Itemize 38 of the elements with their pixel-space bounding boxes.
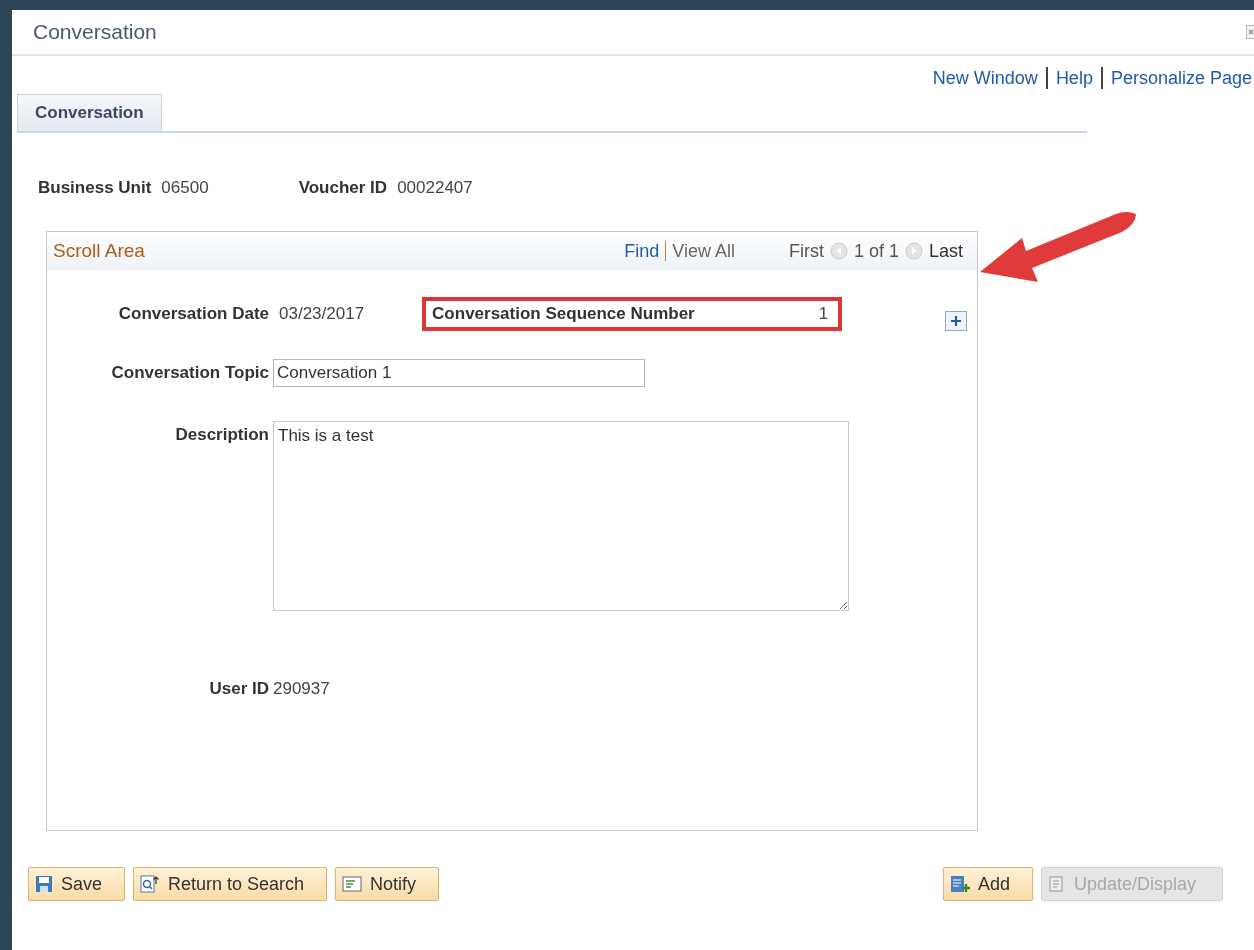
field-value: 03/23/2017 bbox=[279, 304, 365, 324]
field-label: Business Unit bbox=[38, 178, 152, 198]
add-button[interactable]: Add bbox=[942, 867, 1033, 901]
field-value: 290937 bbox=[273, 679, 330, 699]
record-count: 1 of 1 bbox=[853, 240, 899, 262]
find-link[interactable]: Find bbox=[624, 240, 660, 262]
field-value: 1 bbox=[818, 304, 829, 324]
close-icon[interactable] bbox=[1246, 25, 1254, 39]
header-link[interactable]: New Window bbox=[932, 67, 1038, 89]
view-all-link[interactable]: View All bbox=[672, 240, 735, 262]
first-label: First bbox=[788, 240, 824, 262]
plus-icon bbox=[950, 315, 962, 327]
last-label: Last bbox=[928, 240, 963, 262]
note-icon bbox=[342, 876, 363, 892]
next-icon[interactable] bbox=[904, 242, 923, 260]
field-value: 00022407 bbox=[397, 178, 473, 198]
previous-icon[interactable] bbox=[829, 242, 848, 260]
field-label: User ID bbox=[208, 679, 269, 699]
field-label: Voucher ID bbox=[298, 178, 388, 198]
page-icon bbox=[1047, 875, 1066, 893]
header-link[interactable]: Personalize Page bbox=[1110, 67, 1252, 89]
field-label: Conversation Topic bbox=[110, 363, 269, 383]
field-label: Conversation Date bbox=[117, 304, 269, 324]
field-label: Description bbox=[174, 424, 269, 445]
description-textarea[interactable]: This is a test bbox=[273, 421, 849, 611]
add-row-button[interactable] bbox=[945, 311, 967, 331]
notify-button[interactable]: Notify bbox=[335, 867, 440, 901]
save-button[interactable]: Save bbox=[28, 867, 126, 901]
search-button[interactable]: Return to Search bbox=[133, 867, 328, 901]
scroll-area-title: Scroll Area bbox=[53, 240, 145, 262]
header-link[interactable]: Help bbox=[1055, 67, 1093, 89]
magnifier-page-icon bbox=[140, 875, 161, 893]
field-label: Conversation Sequence Number bbox=[432, 304, 695, 324]
page-tab[interactable]: Conversation bbox=[17, 94, 162, 131]
window-title: Conversation bbox=[33, 20, 157, 44]
topic-input[interactable]: Conversation 1 bbox=[273, 359, 645, 387]
field-value: 06500 bbox=[161, 178, 209, 198]
add-page-icon bbox=[949, 875, 970, 893]
